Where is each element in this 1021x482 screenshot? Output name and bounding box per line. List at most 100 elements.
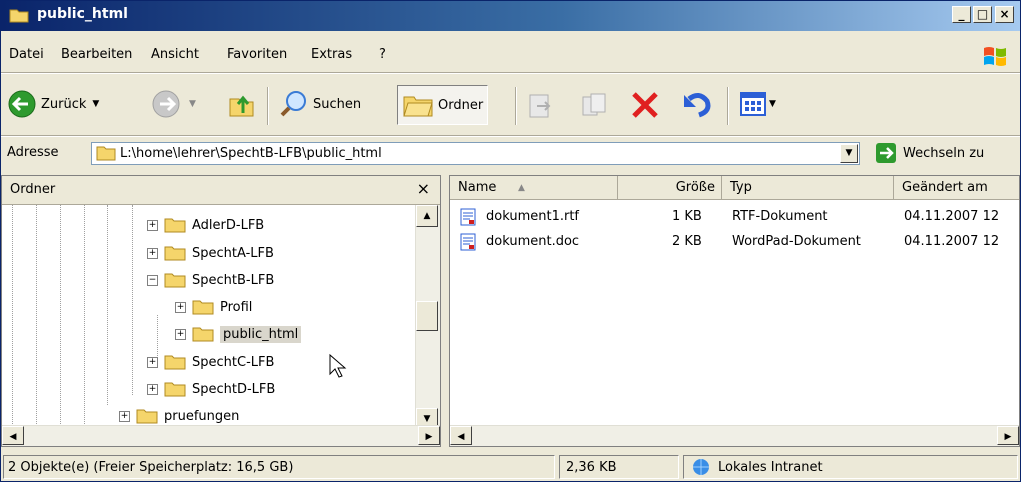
folder-icon [164, 382, 186, 397]
rtf-document-icon [460, 208, 476, 226]
views-button[interactable]: ▼ [739, 91, 776, 117]
toolbar-separator [727, 87, 729, 125]
tree-line [12, 205, 13, 430]
tree-item[interactable]: − SpechtB-LFB [147, 268, 274, 292]
folder-open-icon [164, 273, 186, 288]
address-dropdown-button[interactable]: ▼ [840, 144, 858, 163]
folders-horizontal-scrollbar[interactable]: ◀ ▶ [2, 425, 440, 446]
forward-arrow-icon [152, 90, 180, 118]
expand-icon[interactable]: + [147, 219, 158, 231]
search-icon [280, 91, 306, 117]
close-folders-icon[interactable]: × [417, 179, 430, 198]
tree-item[interactable]: + SpechtA-LFB [147, 241, 274, 265]
column-header-name[interactable]: Name ▲ [450, 176, 618, 200]
close-button[interactable]: × [995, 6, 1014, 23]
expand-icon[interactable]: + [175, 301, 186, 313]
address-label: Adresse [7, 145, 59, 160]
menu-extras[interactable]: Extras [311, 47, 352, 62]
expand-icon[interactable]: + [175, 328, 186, 340]
scroll-up-button[interactable]: ▲ [416, 205, 438, 227]
folder-icon [164, 355, 186, 370]
delete-icon[interactable] [629, 89, 661, 121]
doc-document-icon [460, 233, 476, 251]
tree-item[interactable]: + Profil [175, 295, 252, 319]
folder-open-icon [192, 327, 214, 342]
forward-button[interactable]: ▼ [151, 89, 196, 119]
tree-line [84, 205, 85, 430]
file-row[interactable]: dokument.doc 2 KB WordPad-Dokument 04.11… [450, 231, 1019, 255]
back-button[interactable]: Zurück ▼ [7, 89, 99, 119]
tree-item[interactable]: + SpechtC-LFB [147, 350, 274, 374]
title-bar[interactable]: public_html _ □ × [1, 1, 1020, 31]
status-objects: 2 Objekte(e) (Freier Speicherplatz: 16,5… [3, 455, 555, 479]
search-button[interactable]: Suchen [279, 89, 361, 119]
toolbar-separator [515, 87, 517, 125]
files-pane: Name ▲ Größe Typ Geändert am dokument1.r… [449, 175, 1020, 447]
undo-icon[interactable] [681, 89, 713, 121]
move-to-icon[interactable] [525, 91, 555, 121]
menu-help[interactable]: ? [379, 47, 386, 62]
expand-icon[interactable]: + [147, 247, 158, 259]
column-header-size[interactable]: Größe [618, 176, 722, 200]
status-zone: Lokales Intranet [683, 455, 1018, 479]
folders-pane: Ordner × + AdlerD-LFB + SpechtA-LFB − Sp… [1, 175, 441, 447]
folder-tree[interactable]: + AdlerD-LFB + SpechtA-LFB − SpechtB-LFB… [2, 205, 414, 430]
toolbar-separator [267, 87, 269, 125]
folders-vertical-scrollbar[interactable]: ▲ ▼ [415, 205, 440, 430]
expand-icon[interactable]: + [147, 383, 158, 395]
explorer-window: public_html _ □ × Datei Bearbeiten Ansic… [0, 0, 1021, 482]
forward-dropdown-icon[interactable]: ▼ [189, 99, 196, 109]
folders-toggle-button[interactable]: Ordner [397, 85, 489, 125]
tree-item-selected[interactable]: + public_html [175, 322, 302, 346]
folders-header: Ordner × [2, 176, 440, 205]
tree-item[interactable]: + AdlerD-LFB [147, 213, 264, 237]
maximize-button[interactable]: □ [973, 6, 992, 23]
up-folder-icon [229, 95, 254, 117]
menu-separator [1, 72, 1020, 74]
status-bar: 2 Objekte(e) (Freier Speicherplatz: 16,5… [1, 453, 1020, 481]
minimize-button[interactable]: _ [952, 6, 971, 23]
scroll-left-button[interactable]: ◀ [2, 426, 24, 445]
file-row[interactable]: dokument1.rtf 1 KB RTF-Dokument 04.11.20… [450, 206, 1019, 230]
menu-bar: Datei Bearbeiten Ansicht Favoriten Extra… [1, 41, 1020, 69]
views-icon [740, 92, 766, 116]
copy-to-icon[interactable] [579, 91, 609, 121]
address-input[interactable]: L:\home\lehrer\SpechtB-LFB\public_html ▼ [91, 142, 860, 165]
menu-datei[interactable]: Datei [9, 47, 44, 62]
folder-icon [9, 9, 29, 23]
scroll-thumb[interactable] [416, 301, 438, 331]
intranet-icon [693, 459, 709, 475]
views-dropdown-icon[interactable]: ▼ [769, 99, 776, 109]
back-arrow-icon [8, 90, 36, 118]
window-title: public_html [37, 6, 128, 22]
folder-icon [164, 218, 186, 233]
up-folder-button[interactable] [227, 89, 257, 119]
address-bar: Adresse L:\home\lehrer\SpechtB-LFB\publi… [1, 139, 1020, 169]
expand-icon[interactable]: + [119, 410, 130, 422]
back-dropdown-icon[interactable]: ▼ [92, 99, 99, 109]
scroll-right-button[interactable]: ▶ [997, 426, 1019, 445]
column-header-type[interactable]: Typ [722, 176, 894, 200]
menu-ansicht[interactable]: Ansicht [151, 47, 199, 62]
menu-bearbeiten[interactable]: Bearbeiten [61, 47, 132, 62]
go-button[interactable]: Wechseln zu [875, 142, 984, 164]
folders-title: Ordner [10, 182, 56, 197]
toolbar: Zurück ▼ ▼ Suchen Ordner ▼ [1, 79, 1020, 133]
folder-icon [192, 300, 214, 315]
toolbar-bottom-separator [1, 135, 1020, 137]
folder-icon [164, 246, 186, 261]
scroll-left-button[interactable]: ◀ [450, 426, 472, 445]
menu-favoriten[interactable]: Favoriten [227, 47, 287, 62]
tree-line [36, 205, 37, 430]
folders-icon [403, 96, 433, 117]
address-value: L:\home\lehrer\SpechtB-LFB\public_html [120, 146, 382, 161]
mouse-cursor-icon [329, 353, 347, 378]
expand-icon[interactable]: + [147, 356, 158, 368]
tree-line [107, 205, 108, 405]
collapse-icon[interactable]: − [147, 274, 158, 286]
tree-item[interactable]: + SpechtD-LFB [147, 377, 275, 401]
status-size: 2,36 KB [559, 455, 679, 479]
column-header-modified[interactable]: Geändert am [894, 176, 1019, 200]
scroll-right-button[interactable]: ▶ [418, 426, 440, 445]
files-horizontal-scrollbar[interactable]: ◀ ▶ [450, 425, 1019, 446]
